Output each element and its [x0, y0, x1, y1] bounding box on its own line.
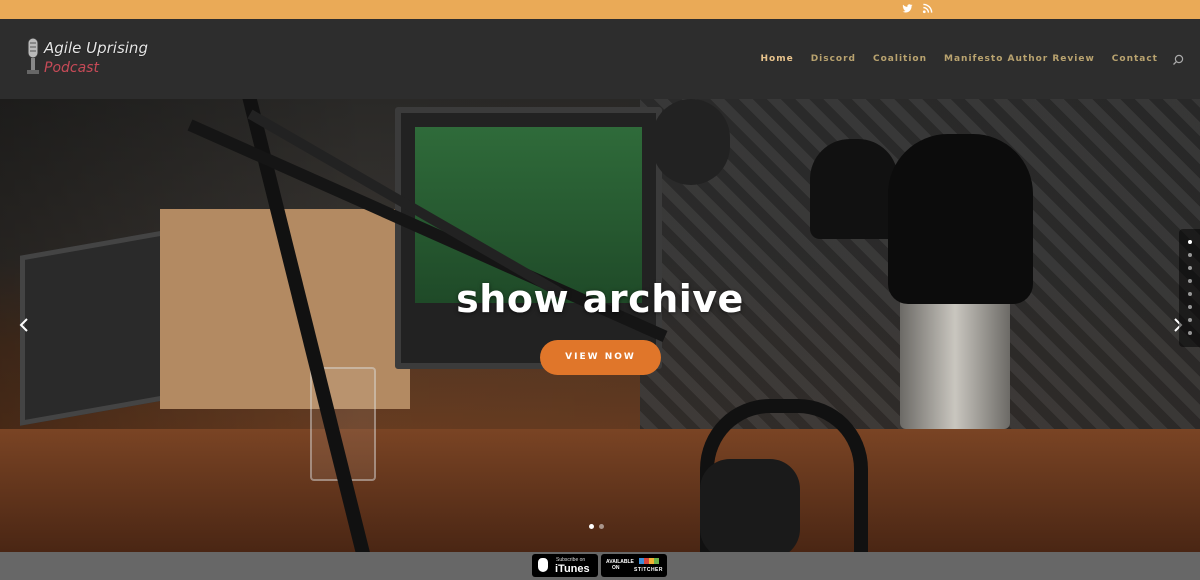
- stitcher-available-label: AVAILABLE ON: [606, 559, 634, 571]
- hero-slider: show archive VIEW NOW: [0, 99, 1200, 552]
- side-nav-dot[interactable]: [1188, 279, 1192, 283]
- side-dot-nav: [1179, 229, 1200, 347]
- nav-contact[interactable]: Contact: [1112, 54, 1158, 64]
- slider-pagination: [589, 524, 604, 529]
- background-headphone-earcup: [700, 459, 800, 552]
- rss-icon[interactable]: [922, 3, 933, 14]
- slider-dot[interactable]: [599, 524, 604, 529]
- side-nav-dot[interactable]: [1188, 240, 1192, 244]
- background-desk: [0, 429, 1200, 552]
- side-nav-dot[interactable]: [1188, 266, 1192, 270]
- site-logo[interactable]: Agile Uprising Podcast: [24, 35, 164, 85]
- footer-bar: Subscribe on iTunes AVAILABLE ON STITCHER: [0, 552, 1200, 580]
- nav-discord[interactable]: Discord: [811, 54, 856, 64]
- search-icon[interactable]: [1172, 53, 1184, 65]
- side-nav-dot[interactable]: [1188, 318, 1192, 322]
- slider-dot[interactable]: [589, 524, 594, 529]
- itunes-label: iTunes: [555, 563, 590, 575]
- twitter-icon[interactable]: [902, 3, 913, 14]
- side-nav-dot[interactable]: [1188, 331, 1192, 335]
- slider-prev-arrow-icon[interactable]: [14, 317, 34, 337]
- apple-icon: [538, 558, 548, 572]
- site-header: Agile Uprising Podcast Home Discord Coal…: [0, 19, 1200, 100]
- nav-home[interactable]: Home: [760, 54, 793, 64]
- microphone-icon: [27, 37, 39, 74]
- side-nav-dot[interactable]: [1188, 292, 1192, 296]
- itunes-badge[interactable]: Subscribe on iTunes: [532, 554, 598, 577]
- top-bar: [0, 0, 1200, 19]
- logo-subtitle: Podcast: [44, 60, 99, 76]
- nav-manifesto-author-review[interactable]: Manifesto Author Review: [944, 54, 1095, 64]
- background-small-microphone: [810, 139, 898, 239]
- side-nav-dot[interactable]: [1188, 253, 1192, 257]
- main-nav: Home Discord Coalition Manifesto Author …: [743, 53, 1184, 65]
- stitcher-badge[interactable]: AVAILABLE ON STITCHER: [601, 554, 667, 577]
- view-now-button[interactable]: VIEW NOW: [540, 340, 661, 375]
- background-speaker: [652, 99, 730, 185]
- stitcher-logo-icon: [639, 558, 659, 564]
- stitcher-label: STITCHER: [634, 567, 663, 573]
- social-links: [902, 3, 933, 14]
- logo-title: Agile Uprising: [44, 39, 148, 57]
- nav-coalition[interactable]: Coalition: [873, 54, 927, 64]
- side-nav-dot[interactable]: [1188, 305, 1192, 309]
- hero-title: show archive: [456, 277, 744, 321]
